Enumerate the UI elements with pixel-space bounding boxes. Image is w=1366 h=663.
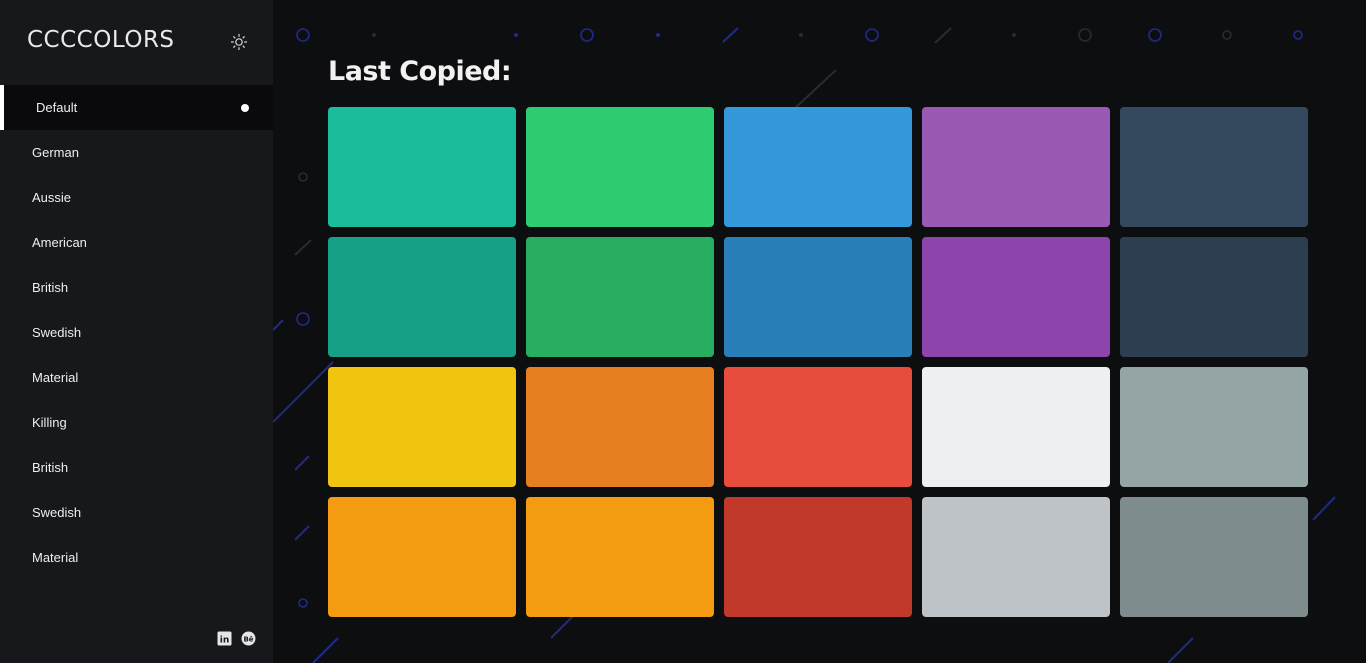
- color-swatch[interactable]: [328, 367, 516, 487]
- color-swatch[interactable]: [1120, 497, 1308, 617]
- nav-item-label: Aussie: [32, 190, 72, 205]
- nav-item-label: Killing: [32, 415, 67, 430]
- sidebar: CCCCOLORS Default German Aussie American…: [0, 0, 273, 663]
- color-swatch[interactable]: [1120, 237, 1308, 357]
- nav-item-label: British: [32, 460, 69, 475]
- color-swatch[interactable]: [922, 497, 1110, 617]
- color-swatch[interactable]: [526, 367, 714, 487]
- linkedin-icon[interactable]: in: [217, 631, 232, 646]
- color-swatch[interactable]: [328, 497, 516, 617]
- nav-item-british-2[interactable]: British: [0, 445, 273, 490]
- nav-item-swedish-2[interactable]: Swedish: [0, 490, 273, 535]
- nav-item-label: British: [32, 280, 69, 295]
- nav-item-label: American: [32, 235, 87, 250]
- color-swatch[interactable]: [1120, 367, 1308, 487]
- color-swatch[interactable]: [526, 497, 714, 617]
- color-swatch[interactable]: [922, 367, 1110, 487]
- color-swatch[interactable]: [328, 237, 516, 357]
- color-swatch[interactable]: [328, 107, 516, 227]
- nav-item-material-2[interactable]: Material: [0, 535, 273, 580]
- color-swatch[interactable]: [724, 237, 912, 357]
- main-area: Last Copied:: [273, 0, 1366, 663]
- page-title: Last Copied:: [328, 56, 512, 87]
- nav-item-label: Swedish: [32, 325, 82, 340]
- nav-item-swedish[interactable]: Swedish: [0, 310, 273, 355]
- nav-item-german[interactable]: German: [0, 130, 273, 175]
- color-swatch[interactable]: [526, 237, 714, 357]
- color-swatch[interactable]: [724, 367, 912, 487]
- active-indicator: [241, 104, 249, 112]
- color-swatch[interactable]: [1120, 107, 1308, 227]
- nav-item-label: Material: [32, 550, 79, 565]
- behance-icon-text: Bē: [243, 635, 253, 643]
- color-swatch[interactable]: [526, 107, 714, 227]
- sun-icon[interactable]: [229, 32, 249, 52]
- color-swatch[interactable]: [922, 237, 1110, 357]
- color-swatch-grid: [328, 107, 1311, 617]
- nav-item-american[interactable]: American: [0, 220, 273, 265]
- color-swatch[interactable]: [922, 107, 1110, 227]
- nav-item-material[interactable]: Material: [0, 355, 273, 400]
- nav-item-default[interactable]: Default: [0, 85, 273, 130]
- brand-logo[interactable]: CCCCOLORS: [27, 27, 175, 53]
- linkedin-icon-text: in: [220, 635, 230, 645]
- color-swatch[interactable]: [724, 107, 912, 227]
- nav-item-label: German: [32, 145, 79, 160]
- nav-item-label: Material: [32, 370, 79, 385]
- nav-item-killing[interactable]: Killing: [0, 400, 273, 445]
- nav-item-british[interactable]: British: [0, 265, 273, 310]
- palette-nav: Default German Aussie American British S…: [0, 85, 273, 580]
- nav-item-aussie[interactable]: Aussie: [0, 175, 273, 220]
- nav-item-label: Default: [36, 100, 78, 115]
- behance-icon[interactable]: Bē: [241, 631, 256, 646]
- nav-item-label: Swedish: [32, 505, 82, 520]
- color-swatch[interactable]: [724, 497, 912, 617]
